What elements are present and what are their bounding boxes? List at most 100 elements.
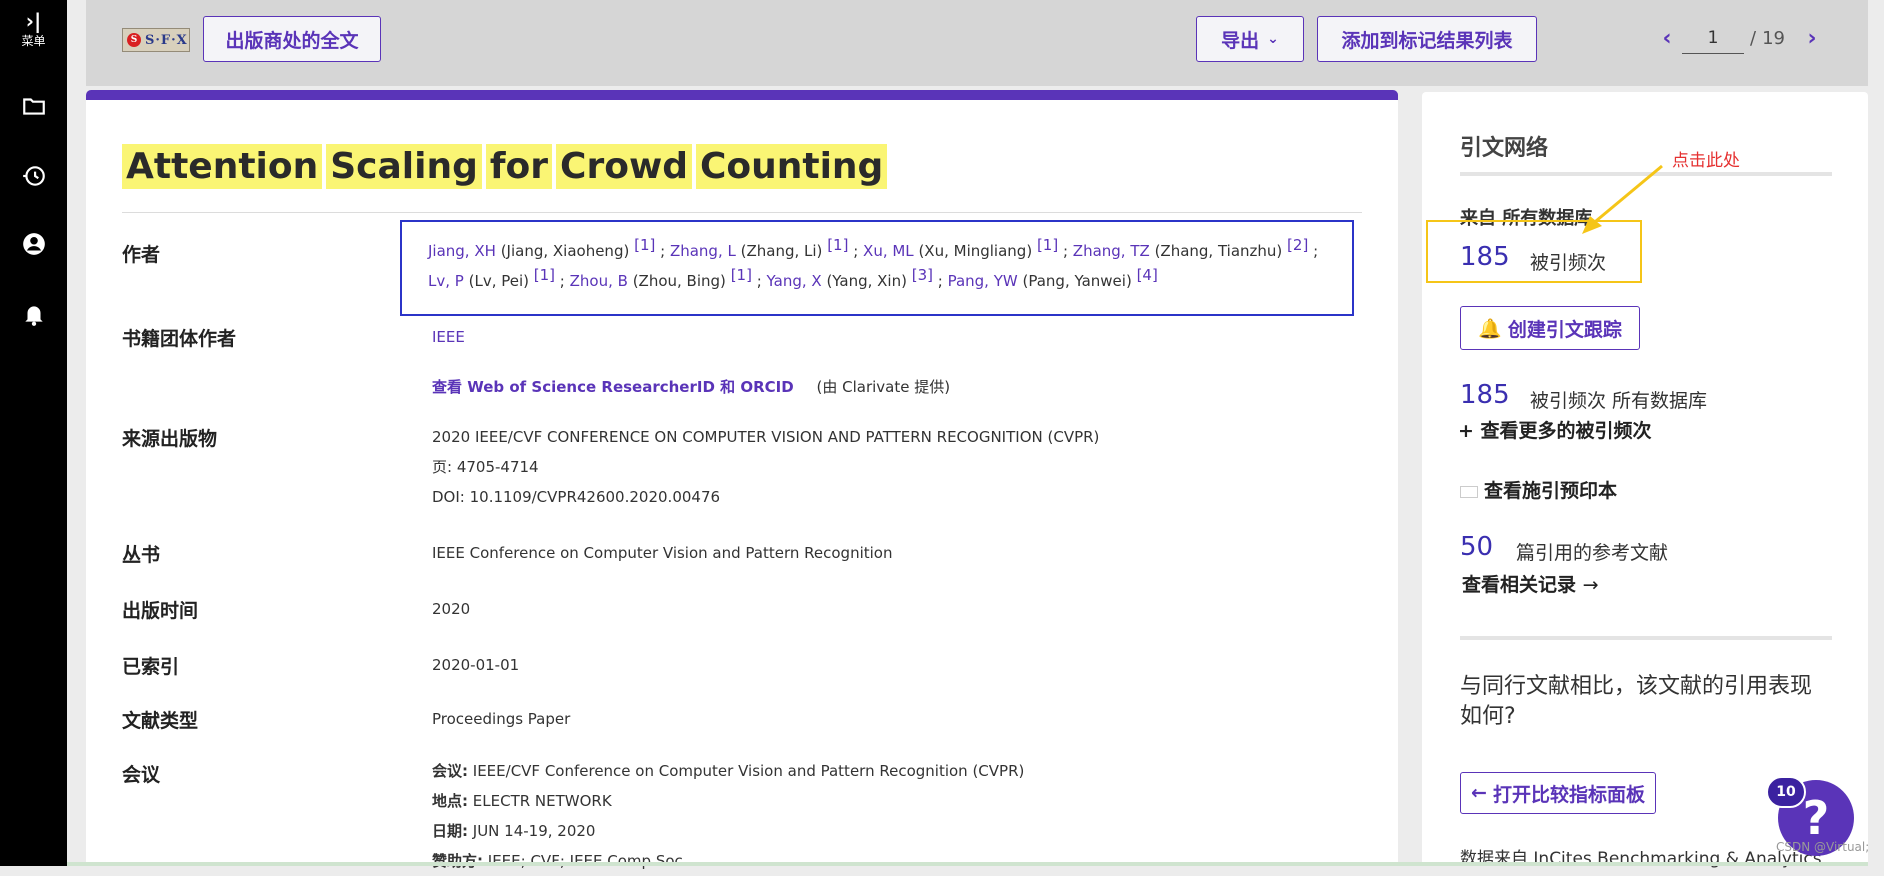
author-fullname: (Yang, Xin) bbox=[826, 272, 907, 290]
author-affiliation-ref[interactable]: [1] bbox=[634, 236, 655, 254]
conference-sponsor-key: 赞助方: bbox=[432, 852, 483, 870]
author-link[interactable]: Zhang, L bbox=[670, 242, 736, 260]
author-fullname: (Zhang, Tianzhu) bbox=[1154, 242, 1283, 260]
conference-name-key: 会议: bbox=[432, 762, 468, 780]
author-link[interactable]: Xu, ML bbox=[863, 242, 914, 260]
benchmark-question: 与同行文献相比，该文献的引用表现如何? bbox=[1460, 674, 1813, 729]
left-nav-rail: ›| 菜单 bbox=[0, 0, 67, 866]
citation-network-title: 引文网络 bbox=[1460, 136, 1549, 161]
conference-date-row: 日期: JUN 14-19, 2020 bbox=[432, 816, 1024, 846]
bottom-edge bbox=[67, 862, 1868, 866]
author-link[interactable]: Jiang, XH bbox=[428, 242, 496, 260]
view-related-records-label: 查看相关记录 bbox=[1462, 574, 1577, 596]
next-record-icon[interactable]: › bbox=[1797, 26, 1827, 51]
author-affiliation-ref[interactable]: [4] bbox=[1137, 266, 1158, 284]
open-comparison-dashboard-button[interactable]: ← 打开比较指标面板 bbox=[1460, 772, 1656, 814]
benchmark-divider bbox=[1460, 636, 1832, 640]
researcher-id-link[interactable]: 查看 Web of Science ResearcherID 和 ORCID bbox=[432, 378, 794, 396]
cited-references-label: 篇引用的参考文献 bbox=[1516, 542, 1669, 564]
author-fullname: (Xu, Mingliang) bbox=[918, 242, 1033, 260]
author-link[interactable]: Lv, P bbox=[428, 272, 464, 290]
help-count-badge: 10 bbox=[1766, 776, 1806, 808]
sfx-logo[interactable]: S S·F·X bbox=[122, 28, 190, 52]
title-word: Scaling bbox=[326, 144, 482, 189]
add-to-marked-list-button[interactable]: 添加到标记结果列表 bbox=[1317, 16, 1537, 62]
preprint-icon bbox=[1460, 485, 1478, 498]
series-label: 丛书 bbox=[122, 544, 161, 566]
author-affiliation-ref[interactable]: [1] bbox=[1037, 236, 1058, 254]
author-fullname: (Pang, Yanwei) bbox=[1022, 272, 1132, 290]
pubdate-value: 2020 bbox=[432, 600, 471, 618]
full-text-button[interactable]: 出版商处的全文 bbox=[203, 16, 381, 62]
researcher-id-note: (由 Clarivate 提供) bbox=[816, 378, 951, 396]
page-separator: / bbox=[1750, 27, 1757, 49]
author-link[interactable]: Yang, X bbox=[767, 272, 822, 290]
author-link[interactable]: Zhou, B bbox=[570, 272, 628, 290]
author-affiliation-ref[interactable]: [3] bbox=[912, 266, 933, 284]
view-citing-preprints-link[interactable]: 查看施引预印本 bbox=[1460, 476, 1617, 503]
authors-box: Jiang, XH (Jiang, Xiaoheng) [1] ; Zhang,… bbox=[400, 220, 1354, 316]
conference-label: 会议 bbox=[122, 764, 161, 786]
author-affiliation-ref[interactable]: [2] bbox=[1287, 236, 1308, 254]
author-affiliation-ref[interactable]: [1] bbox=[534, 266, 555, 284]
history-icon[interactable] bbox=[16, 158, 52, 194]
export-label: 导出 bbox=[1221, 29, 1260, 52]
record-detail-card: Attention Scaling for Crowd Counting 作者 Jian… bbox=[86, 90, 1398, 870]
expand-menu-icon: ›| bbox=[25, 9, 42, 33]
annotation-text: 点击此处 bbox=[1672, 151, 1740, 171]
author-link[interactable]: Pang, YW bbox=[948, 272, 1018, 290]
create-citation-alert-label: 创建引文跟踪 bbox=[1507, 318, 1622, 341]
account-icon[interactable] bbox=[16, 226, 52, 262]
source-info: 2020 IEEE/CVF CONFERENCE ON COMPUTER VIS… bbox=[432, 422, 1099, 512]
doctype-value: Proceedings Paper bbox=[432, 710, 571, 728]
view-more-citations-link[interactable]: + 查看更多的被引频次 bbox=[1458, 416, 1652, 443]
sfx-logo-text: S·F·X bbox=[145, 32, 188, 48]
create-citation-alert-button[interactable]: 🔔 创建引文跟踪 bbox=[1460, 306, 1640, 350]
conference-sponsor-row: 赞助方: IEEE; CVF; IEEE Comp Soc bbox=[432, 846, 1024, 876]
author-affiliation-ref[interactable]: [1] bbox=[731, 266, 752, 284]
menu-label: 菜单 bbox=[21, 34, 46, 48]
conference-name-row: 会议: IEEE/CVF Conference on Computer Visi… bbox=[432, 756, 1024, 786]
conference-date-key: 日期: bbox=[432, 822, 468, 840]
menu-toggle[interactable]: ›| 菜单 bbox=[0, 8, 67, 49]
view-related-records-link[interactable]: 查看相关记录 → bbox=[1462, 570, 1599, 597]
arrow-left-icon: ← bbox=[1471, 782, 1487, 804]
group-author-label: 书籍团体作者 bbox=[122, 328, 237, 350]
author-link[interactable]: Zhang, TZ bbox=[1073, 242, 1150, 260]
export-button[interactable]: 导出 ⌄ bbox=[1196, 16, 1304, 62]
times-cited-all-label: 被引频次 所有数据库 bbox=[1530, 390, 1708, 412]
sfx-logo-mark: S bbox=[127, 33, 141, 47]
chevron-down-icon: ⌄ bbox=[1267, 31, 1279, 47]
author-fullname: (Zhang, Li) bbox=[740, 242, 823, 260]
source-name: 2020 IEEE/CVF CONFERENCE ON COMPUTER VIS… bbox=[432, 428, 1100, 446]
author-affiliation-ref[interactable]: [1] bbox=[827, 236, 848, 254]
group-author-link[interactable]: IEEE bbox=[432, 322, 465, 352]
notification-bell-icon[interactable] bbox=[16, 296, 52, 332]
pubdate-label: 出版时间 bbox=[122, 600, 199, 622]
conference-location: ELECTR NETWORK bbox=[472, 792, 612, 810]
conference-sponsor: IEEE; CVF; IEEE Comp Soc bbox=[487, 852, 683, 870]
conference-name: IEEE/CVF Conference on Computer Vision a… bbox=[472, 762, 1025, 780]
title-word: Counting bbox=[695, 144, 888, 189]
group-author-name: IEEE bbox=[432, 328, 465, 346]
folder-icon[interactable] bbox=[16, 88, 52, 124]
conference-date: JUN 14-19, 2020 bbox=[472, 822, 596, 840]
previous-record-icon[interactable]: ‹ bbox=[1652, 26, 1682, 51]
bell-plus-icon: 🔔 bbox=[1478, 317, 1502, 340]
cited-references-count[interactable]: 50 bbox=[1460, 532, 1493, 562]
record-toolbar: S S·F·X 出版商处的全文 导出 ⌄ 添加到标记结果列表 ‹ / 19 › bbox=[86, 0, 1868, 86]
times-cited-all-count[interactable]: 185 bbox=[1460, 380, 1510, 410]
title-divider bbox=[122, 212, 1362, 213]
title-word: for bbox=[485, 144, 553, 189]
conference-location-key: 地点: bbox=[432, 792, 468, 810]
record-title: Attention Scaling for Crowd Counting bbox=[122, 144, 891, 189]
record-pager: ‹ / 19 › bbox=[1652, 18, 1827, 58]
page-number-input[interactable] bbox=[1682, 22, 1744, 54]
researcher-id-row: 查看 Web of Science ResearcherID 和 ORCID (… bbox=[432, 372, 950, 402]
doctype-label: 文献类型 bbox=[122, 710, 199, 732]
watermark: CSDN @Virtual; bbox=[1776, 840, 1870, 854]
series-value: IEEE Conference on Computer Vision and P… bbox=[432, 544, 893, 562]
title-word: Crowd bbox=[556, 144, 692, 189]
conference-info: 会议: IEEE/CVF Conference on Computer Visi… bbox=[432, 756, 1024, 876]
page-total: 19 bbox=[1762, 27, 1785, 49]
